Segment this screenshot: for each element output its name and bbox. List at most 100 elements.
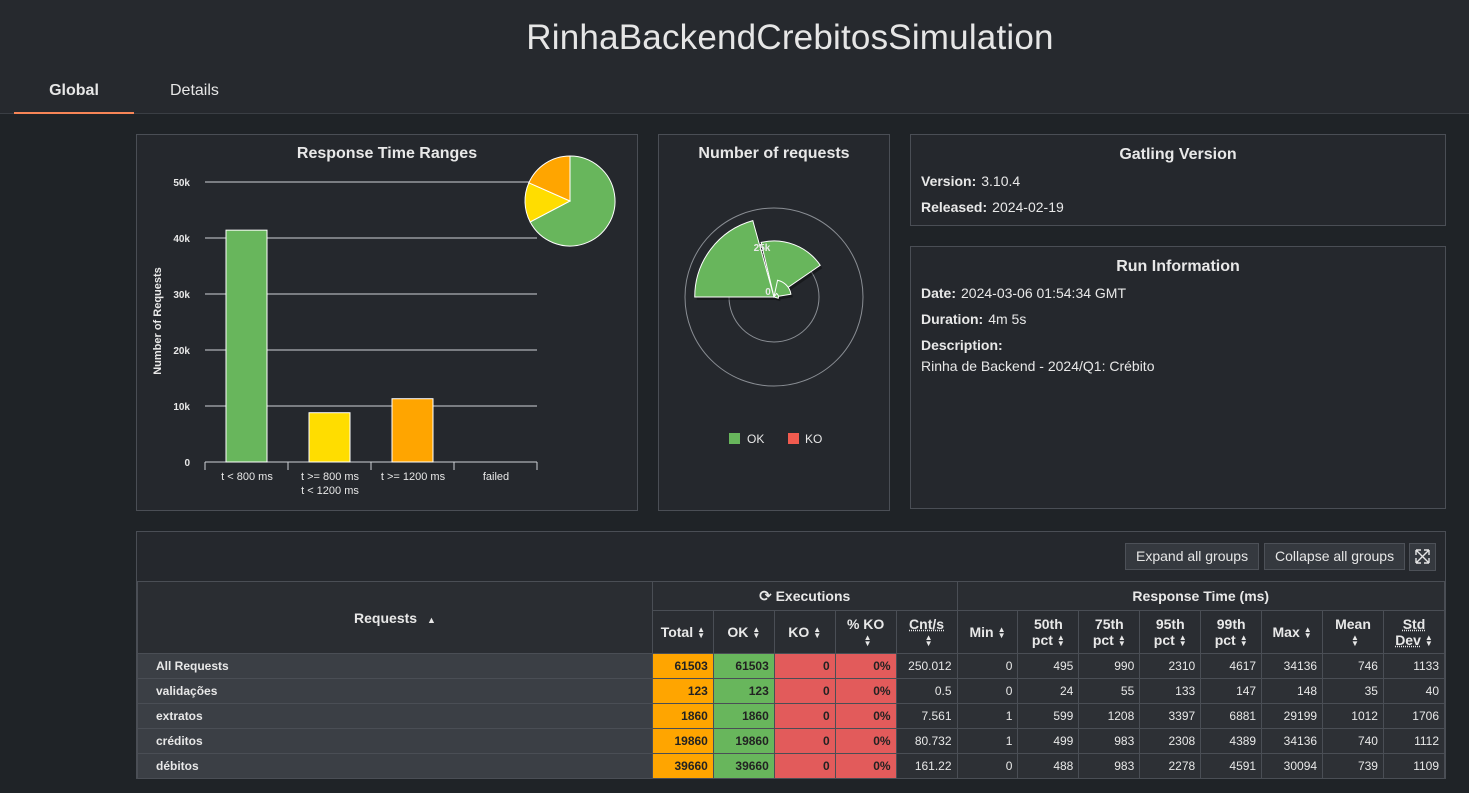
x-tick-label: failed	[483, 471, 509, 483]
cell-p50: 499	[1017, 728, 1080, 754]
cell-p50: 24	[1017, 678, 1080, 704]
col-cnt-s[interactable]: Cnt/s ▲ ▼	[895, 610, 958, 654]
sort-icon: ▲ ▼	[863, 633, 872, 649]
x-tick-label: t < 800 ms	[221, 471, 273, 483]
table-row[interactable]: débitos 39660 39660 0 0% 161.22 0 488 983 2278 459…	[137, 753, 1446, 779]
tab-details[interactable]: Details	[170, 82, 219, 100]
date-value: 2024-03-06 01:54:34 GMT	[961, 285, 1127, 301]
version-value: 3.10.4	[981, 173, 1021, 189]
col-mean[interactable]: Mean ▲ ▼	[1322, 610, 1384, 654]
sort-icon: ▲ ▼	[1117, 633, 1126, 649]
cell-cnt-s: 161.22	[895, 753, 958, 779]
tab-global[interactable]: Global	[14, 82, 134, 114]
bar[interactable]	[391, 398, 434, 463]
cell-total: 123	[651, 678, 714, 704]
cell-name: extratos	[137, 703, 653, 729]
y-axis-label: Number of Requests	[152, 267, 164, 375]
col-min[interactable]: Min ▲ ▼	[956, 610, 1019, 654]
sort-icon: ▲ ▼	[752, 625, 761, 641]
table-row[interactable]: All Requests 61503 61503 0 0% 250.012 0 495 990 2…	[137, 653, 1446, 679]
col-std-dev[interactable]: Std Dev ▲ ▼	[1382, 610, 1446, 654]
col-total[interactable]: Total ▲ ▼	[651, 610, 714, 654]
cell-p50: 599	[1017, 703, 1080, 729]
run-information-title: Run Information	[1116, 258, 1240, 275]
cell-pct-ko: 0%	[834, 728, 897, 754]
requests-header-label: Requests	[354, 609, 418, 626]
cell-std: 1112	[1382, 728, 1446, 754]
cell-name: All Requests	[137, 653, 653, 679]
sort-icon: ▲ ▼	[1056, 633, 1065, 649]
col-ok[interactable]: OK ▲ ▼	[712, 610, 775, 654]
cell-mean: 739	[1322, 753, 1384, 779]
executions-header-label: Executions	[775, 588, 851, 604]
y-tick-label: 20k	[173, 346, 190, 357]
bar[interactable]	[308, 412, 351, 463]
cell-min: 0	[956, 753, 1019, 779]
cell-ko: 0	[773, 728, 836, 754]
cell-mean: 1012	[1322, 703, 1384, 729]
cell-name: débitos	[137, 753, 653, 779]
legend-ko-label[interactable]: KO	[805, 432, 822, 446]
requests-header[interactable]: Requests ▲	[137, 581, 653, 654]
cell-p50: 495	[1017, 653, 1080, 679]
cell-name: créditos	[137, 728, 653, 754]
cell-p75: 983	[1078, 728, 1141, 754]
cell-p75: 1208	[1078, 703, 1141, 729]
cell-p50: 488	[1017, 753, 1080, 779]
expand-all-groups-button[interactable]: Expand all groups	[1125, 543, 1260, 570]
duration-row: Duration: 4m 5s	[921, 311, 1026, 327]
cell-pct-ko: 0%	[834, 678, 897, 704]
fullscreen-button[interactable]	[1409, 543, 1436, 571]
cell-max: 30094	[1261, 753, 1324, 779]
col-p75[interactable]: 75th pct ▲ ▼	[1078, 610, 1141, 654]
table-row[interactable]: créditos 19860 19860 0 0% 80.732 1 499 983 2308 43…	[137, 728, 1446, 754]
cell-min: 0	[956, 653, 1019, 679]
table-row[interactable]: validações 123 123 0 0% 0.5 0 24 55 133 147 148 35 40	[137, 678, 1446, 704]
cell-max: 148	[1261, 678, 1324, 704]
col-p99[interactable]: 99th pct ▲ ▼	[1200, 610, 1263, 654]
released-value: 2024-02-19	[992, 199, 1064, 215]
col-ko[interactable]: KO ▲ ▼	[773, 610, 836, 654]
col-p95[interactable]: 95th pct ▲ ▼	[1139, 610, 1202, 654]
response-time-ranges-panel: Response Time Ranges Number of Requests …	[136, 134, 638, 511]
cell-p99: 6881	[1200, 703, 1263, 729]
page-title: RinhaBackendCrebitosSimulation	[526, 18, 1054, 57]
cell-cnt-s: 7.561	[895, 703, 958, 729]
col-max[interactable]: Max ▲ ▼	[1261, 610, 1324, 654]
sort-icon: ▲ ▼	[1303, 625, 1312, 641]
polar-tick-label: 0	[765, 287, 771, 298]
table-row[interactable]: extratos 1860 1860 0 0% 7.561 1 599 1208 3397 6881…	[137, 703, 1446, 729]
cell-std: 1133	[1382, 653, 1446, 679]
sort-icon: ▲ ▼	[924, 633, 933, 649]
cell-p95: 2278	[1139, 753, 1202, 779]
response-time-ranges-chart: Number of Requests 0 10k 20k 30k 40k 50k…	[152, 155, 616, 497]
sort-icon: ▲ ▼	[697, 625, 706, 641]
cell-min: 1	[956, 728, 1019, 754]
cell-std: 1109	[1382, 753, 1446, 779]
cell-p75: 55	[1078, 678, 1141, 704]
cell-pct-ko: 0%	[834, 753, 897, 779]
col-pct-ko[interactable]: % KO ▲ ▼	[834, 610, 897, 654]
refresh-icon: ⟳	[759, 588, 772, 605]
cell-min: 1	[956, 703, 1019, 729]
cell-cnt-s: 80.732	[895, 728, 958, 754]
cell-total: 1860	[651, 703, 714, 729]
collapse-all-groups-button[interactable]: Collapse all groups	[1264, 543, 1406, 570]
legend-ok-label[interactable]: OK	[747, 432, 764, 446]
cell-p75: 990	[1078, 653, 1141, 679]
cell-cnt-s: 250.012	[895, 653, 958, 679]
cell-max: 34136	[1261, 728, 1324, 754]
description-label: Description:	[921, 337, 1003, 353]
cell-ko: 0	[773, 753, 836, 779]
run-information-panel: Run Information Date: 2024-03-06 01:54:34…	[910, 246, 1446, 509]
description-value: Rinha de Backend - 2024/Q1: Crébito	[921, 358, 1155, 374]
col-p50[interactable]: 50th pct ▲ ▼	[1017, 610, 1080, 654]
version-row: Version: 3.10.4	[921, 173, 1020, 189]
cell-p75: 983	[1078, 753, 1141, 779]
polar-wedge[interactable]	[694, 220, 775, 298]
bar[interactable]	[225, 229, 268, 463]
cell-ok: 19860	[712, 728, 775, 754]
sort-icon: ▲ ▼	[1178, 633, 1187, 649]
cell-ok: 1860	[712, 703, 775, 729]
cell-cnt-s: 0.5	[895, 678, 958, 704]
